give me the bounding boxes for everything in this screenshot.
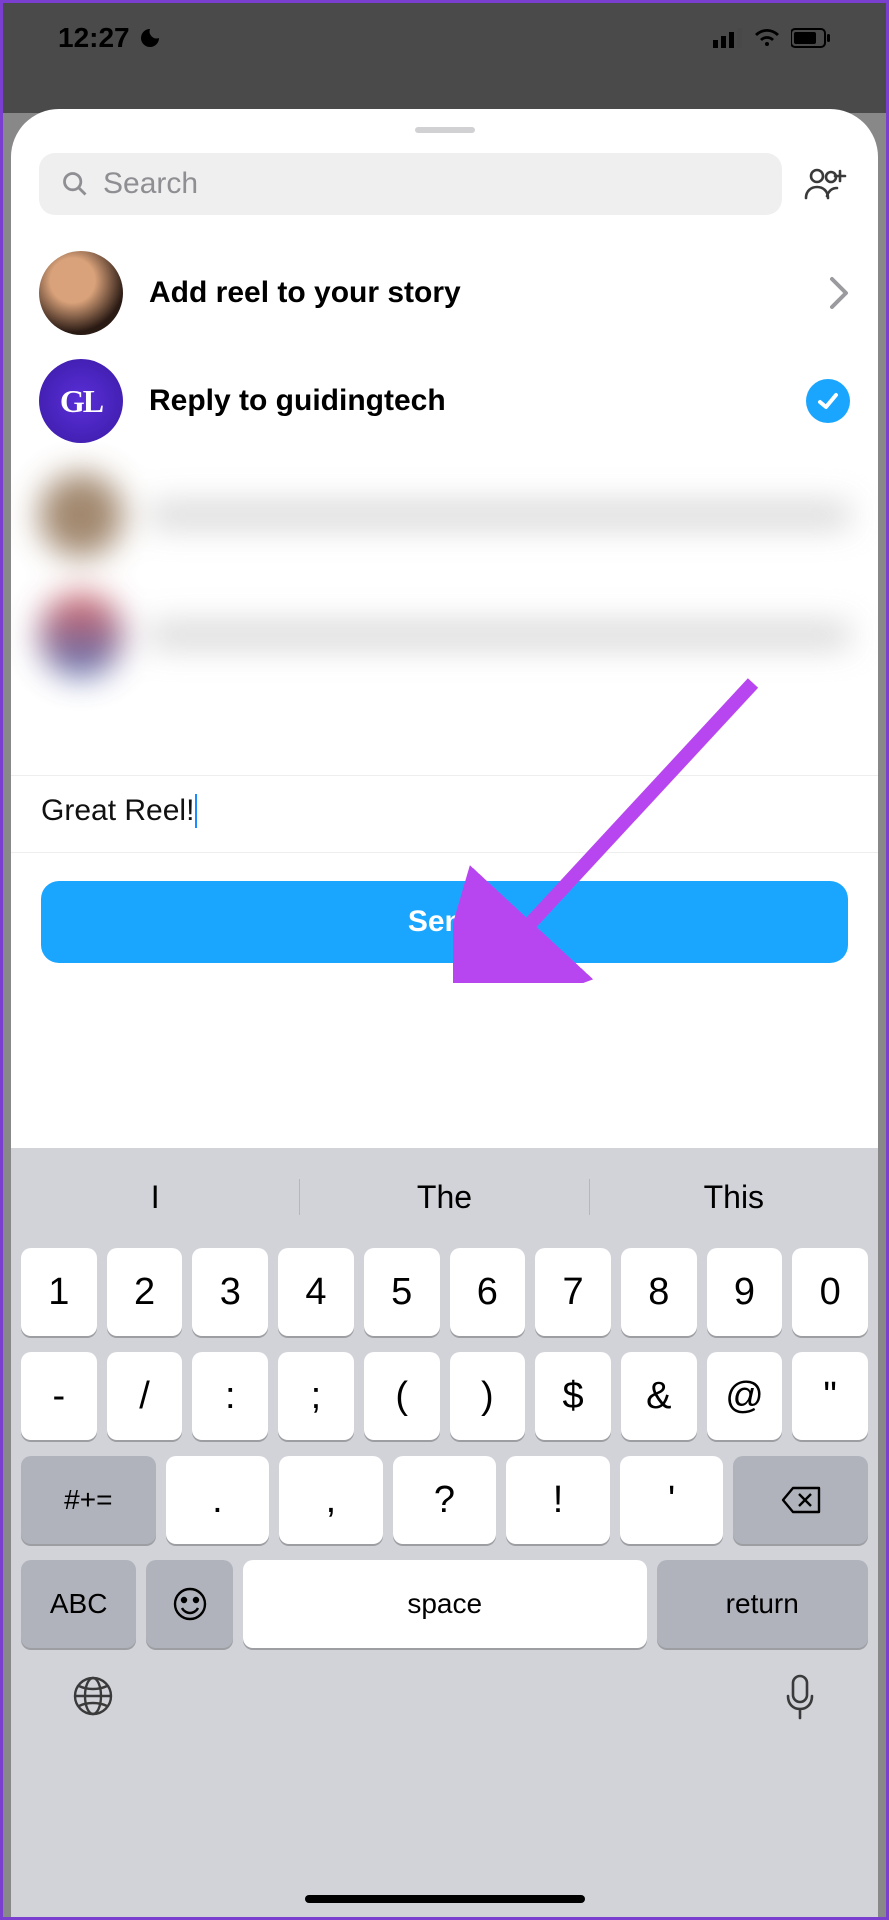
key-4[interactable]: 4 [278,1248,354,1336]
key-return[interactable]: return [657,1560,868,1648]
key-row: 1 2 3 4 5 6 7 8 9 0 [11,1248,878,1336]
do-not-disturb-icon [138,26,162,50]
message-input-row[interactable]: Great Reel! [11,775,878,853]
wifi-icon [753,28,781,48]
avatar [39,251,123,335]
key-8[interactable]: 8 [621,1248,697,1336]
key-apostrophe[interactable]: ' [620,1456,724,1544]
search-box[interactable] [39,153,782,215]
suggestion[interactable]: The [300,1179,588,1216]
key-backspace[interactable] [733,1456,868,1544]
key-3[interactable]: 3 [192,1248,268,1336]
battery-icon [791,28,831,48]
add-to-story-item[interactable]: Add reel to your story [39,239,850,347]
key-9[interactable]: 9 [707,1248,783,1336]
key-quote[interactable]: " [792,1352,868,1440]
item-label: Add reel to your story [149,276,802,310]
globe-icon[interactable] [71,1674,115,1718]
key-7[interactable]: 7 [535,1248,611,1336]
key-dollar[interactable]: $ [535,1352,611,1440]
key-symbols[interactable]: #+= [21,1456,156,1544]
suggestion[interactable]: I [11,1179,299,1216]
key-emoji[interactable] [146,1560,233,1648]
add-people-button[interactable] [800,159,850,209]
home-indicator[interactable] [305,1895,585,1903]
avatar: GL [39,359,123,443]
send-button[interactable]: Send [41,881,848,963]
search-input[interactable] [103,167,760,201]
message-text: Great Reel! [41,794,194,828]
key-colon[interactable]: : [192,1352,268,1440]
key-abc[interactable]: ABC [21,1560,136,1648]
key-at[interactable]: @ [707,1352,783,1440]
status-time: 12:27 [58,22,130,54]
suggestion-bar: I The This [11,1162,878,1232]
search-icon [61,170,89,198]
key-0[interactable]: 0 [792,1248,868,1336]
key-5[interactable]: 5 [364,1248,440,1336]
key-space[interactable]: space [243,1560,647,1648]
key-exclaim[interactable]: ! [506,1456,610,1544]
key-amp[interactable]: & [621,1352,697,1440]
key-rparen[interactable]: ) [450,1352,526,1440]
key-question[interactable]: ? [393,1456,497,1544]
key-6[interactable]: 6 [450,1248,526,1336]
key-lparen[interactable]: ( [364,1352,440,1440]
mic-icon[interactable] [782,1672,818,1720]
key-row: - / : ; ( ) $ & @ " [11,1352,878,1440]
key-period[interactable]: . [166,1456,270,1544]
status-bar: 12:27 [3,3,886,73]
reply-to-item[interactable]: GL Reply to guidingtech [39,347,850,455]
item-label: Reply to guidingtech [149,384,780,418]
key-row: #+= . , ? ! ' [11,1456,878,1544]
key-comma[interactable]: , [279,1456,383,1544]
key-semicolon[interactable]: ; [278,1352,354,1440]
chevron-right-icon [828,275,850,311]
blurred-contacts [11,455,878,775]
cellular-icon [713,28,743,48]
key-slash[interactable]: / [107,1352,183,1440]
selected-check-icon[interactable] [806,379,850,423]
key-2[interactable]: 2 [107,1248,183,1336]
keyboard: I The This 1 2 3 4 5 6 7 8 9 0 - / : ; (… [11,1148,878,1917]
text-cursor [195,794,197,828]
suggestion[interactable]: This [590,1179,878,1216]
key-1[interactable]: 1 [21,1248,97,1336]
sheet-grabber[interactable] [415,127,475,133]
key-dash[interactable]: - [21,1352,97,1440]
key-row: ABC space return [11,1560,878,1648]
